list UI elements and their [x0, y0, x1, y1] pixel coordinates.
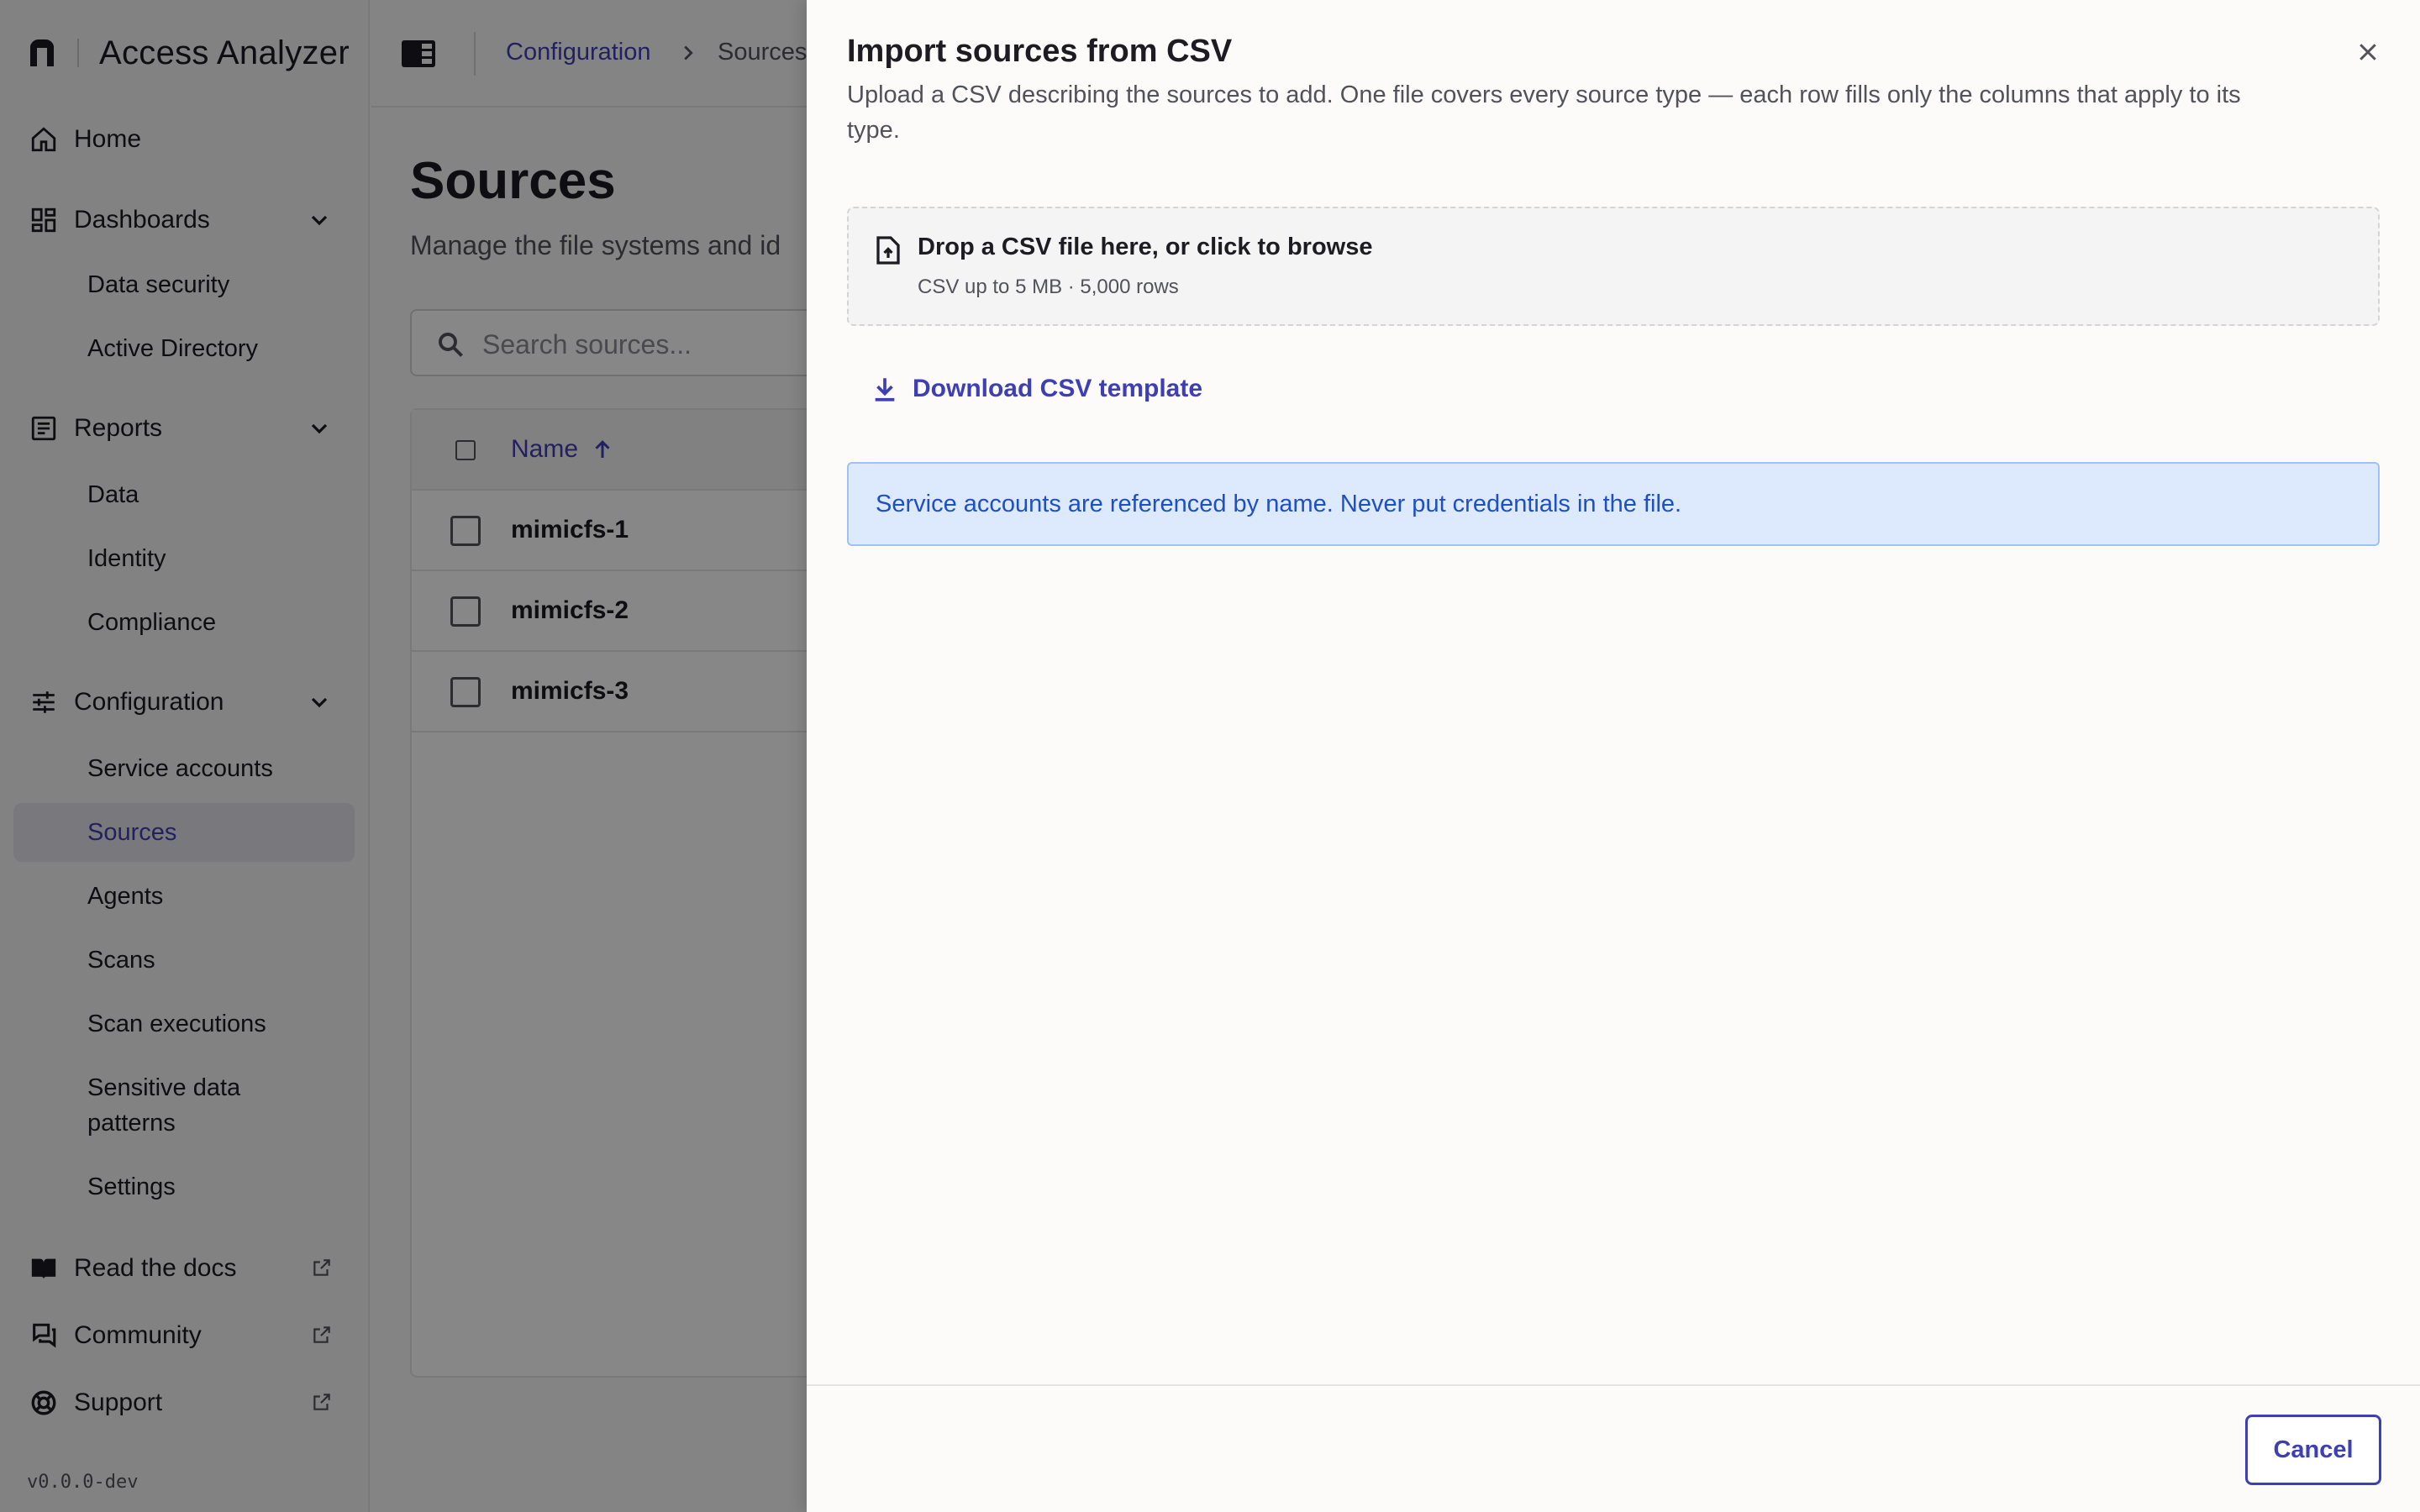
- file-upload-icon: [876, 236, 900, 265]
- close-icon: [2360, 44, 2376, 60]
- download-icon: [875, 378, 895, 402]
- download-template-label: Download CSV template: [913, 375, 1203, 402]
- info-callout: Service accounts are referenced by name.…: [847, 462, 2380, 546]
- dropzone-title: Drop a CSV file here, or click to browse: [918, 234, 1373, 260]
- drawer-title: Import sources from CSV: [847, 34, 1233, 69]
- dropzone-hint: CSV up to 5 MB · 5,000 rows: [918, 276, 1179, 298]
- cancel-button[interactable]: Cancel: [2245, 1415, 2381, 1485]
- callout-text: Service accounts are referenced by name.…: [876, 491, 1682, 517]
- drawer-description: Upload a CSV describing the sources to a…: [847, 81, 2241, 144]
- csv-dropzone[interactable]: Drop a CSV file here, or click to browse…: [847, 207, 2380, 326]
- download-template-link[interactable]: Download CSV template: [871, 375, 1202, 403]
- import-csv-drawer: Import sources from CSV Upload a CSV des…: [807, 0, 2420, 1512]
- close-button[interactable]: [2351, 35, 2385, 69]
- drawer-footer-divider: [807, 1384, 2420, 1386]
